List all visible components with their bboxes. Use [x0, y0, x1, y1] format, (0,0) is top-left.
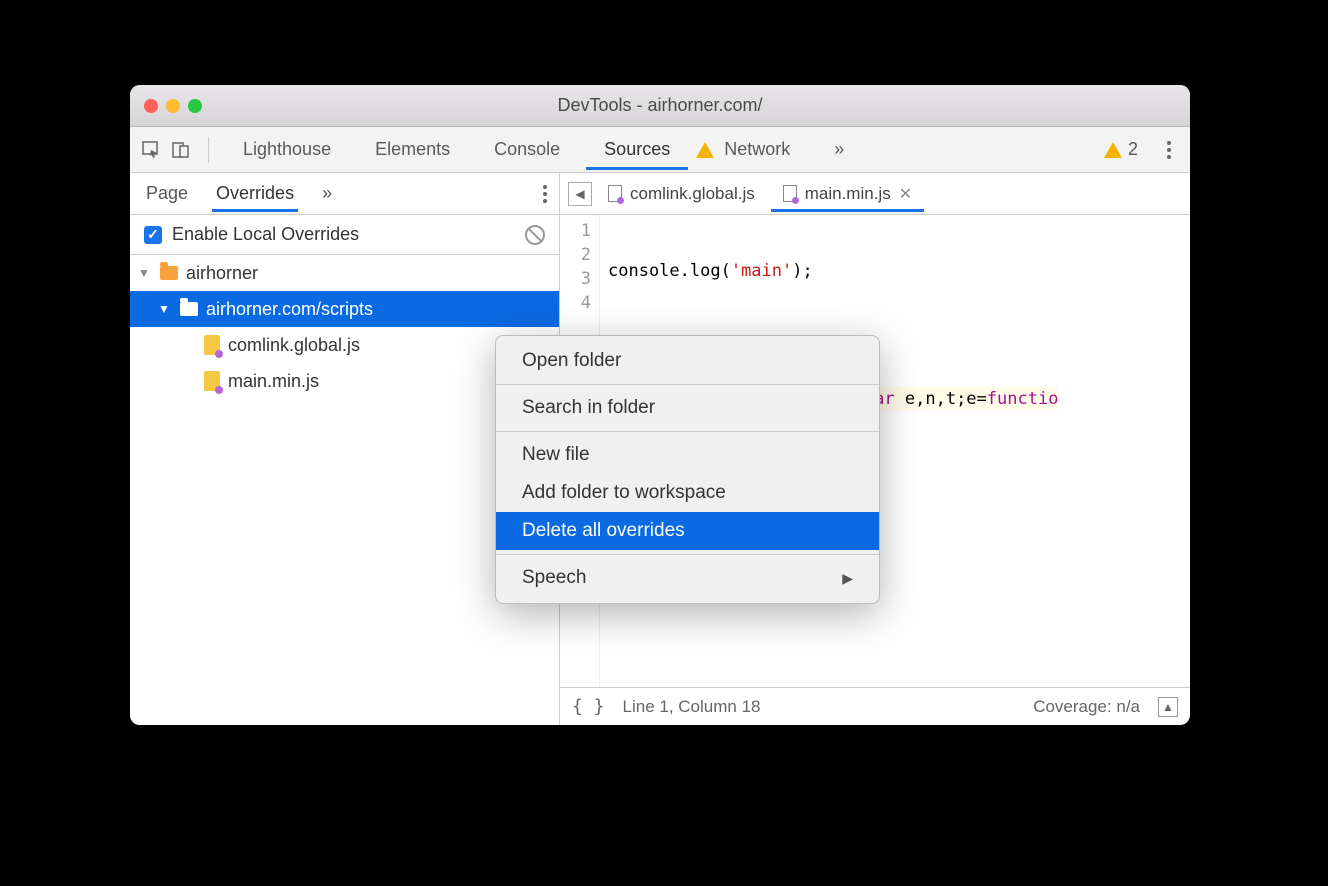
editor-tabs: ◀ comlink.global.js main.min.js ✕	[560, 173, 1190, 215]
overrides-toolbar: Enable Local Overrides	[130, 215, 559, 255]
sidebar-more-tabs[interactable]: »	[318, 175, 336, 212]
tab-sources[interactable]: Sources	[586, 129, 688, 170]
tab-network[interactable]: Network	[720, 129, 808, 170]
sidebar-tabs: Page Overrides »	[130, 173, 559, 215]
tree-file-label: main.min.js	[228, 371, 319, 392]
warning-icon	[1104, 142, 1122, 158]
coverage-status: Coverage: n/a	[1033, 697, 1140, 717]
file-icon	[608, 185, 622, 202]
expand-icon: ▼	[138, 266, 152, 280]
titlebar: DevTools - airhorner.com/	[130, 85, 1190, 127]
maximize-window-button[interactable]	[188, 99, 202, 113]
traffic-lights	[130, 99, 202, 113]
submenu-arrow-icon: ▶	[842, 570, 853, 587]
expand-icon: ▼	[158, 302, 172, 316]
editor-statusbar: { } Line 1, Column 18 Coverage: n/a ▲	[560, 687, 1190, 725]
enable-overrides-label: Enable Local Overrides	[172, 224, 359, 245]
warning-icon	[696, 142, 714, 158]
sidebar-menu-icon[interactable]	[543, 185, 547, 203]
js-file-icon	[204, 335, 220, 355]
menu-item-open-folder[interactable]: Open folder	[496, 342, 879, 380]
file-icon	[783, 185, 797, 202]
navigate-back-icon[interactable]: ◀	[568, 182, 592, 206]
main-toolbar: Lighthouse Elements Console Sources Netw…	[130, 127, 1190, 173]
more-tabs-button[interactable]: »	[816, 129, 862, 170]
sidebar-tab-overrides[interactable]: Overrides	[212, 175, 298, 212]
context-menu: Open folder Search in folder New file Ad…	[495, 335, 880, 604]
tree-folder-label: airhorner	[186, 263, 258, 284]
cursor-position: Line 1, Column 18	[623, 697, 761, 717]
clear-icon[interactable]	[525, 225, 545, 245]
menu-item-new-file[interactable]: New file	[496, 436, 879, 474]
device-toolbar-icon[interactable]	[170, 139, 192, 161]
format-code-button[interactable]: { }	[572, 696, 605, 717]
menu-item-add-folder-workspace[interactable]: Add folder to workspace	[496, 474, 879, 512]
editor-tab[interactable]: comlink.global.js	[596, 176, 767, 212]
settings-menu-icon[interactable]	[1158, 139, 1180, 161]
tree-root-folder[interactable]: ▼ airhorner	[130, 255, 559, 291]
close-window-button[interactable]	[144, 99, 158, 113]
tab-elements[interactable]: Elements	[357, 129, 468, 170]
editor-tab-label: main.min.js	[805, 184, 891, 204]
inspect-element-icon[interactable]	[140, 139, 162, 161]
tab-console[interactable]: Console	[476, 129, 578, 170]
menu-item-speech[interactable]: Speech▶	[496, 559, 879, 597]
folder-icon	[160, 266, 178, 280]
tab-lighthouse[interactable]: Lighthouse	[225, 129, 349, 170]
minimize-window-button[interactable]	[166, 99, 180, 113]
editor-tab-label: comlink.global.js	[630, 184, 755, 204]
menu-separator	[496, 431, 879, 432]
tree-file-label: comlink.global.js	[228, 335, 360, 356]
menu-separator	[496, 384, 879, 385]
menu-item-delete-all-overrides[interactable]: Delete all overrides	[496, 512, 879, 550]
folder-icon	[180, 302, 198, 316]
warning-count[interactable]: 2	[1128, 139, 1138, 160]
window-title: DevTools - airhorner.com/	[130, 95, 1190, 116]
expand-icon[interactable]: ▲	[1158, 697, 1178, 717]
sidebar-tab-page[interactable]: Page	[142, 175, 192, 212]
menu-separator	[496, 554, 879, 555]
menu-item-search-in-folder[interactable]: Search in folder	[496, 389, 879, 427]
enable-overrides-checkbox[interactable]	[144, 226, 162, 244]
close-tab-icon[interactable]: ✕	[899, 184, 912, 204]
tree-folder-scripts[interactable]: ▼ airhorner.com/scripts	[130, 291, 559, 327]
tree-folder-label: airhorner.com/scripts	[206, 299, 373, 320]
js-file-icon	[204, 371, 220, 391]
editor-tab[interactable]: main.min.js ✕	[771, 176, 924, 212]
